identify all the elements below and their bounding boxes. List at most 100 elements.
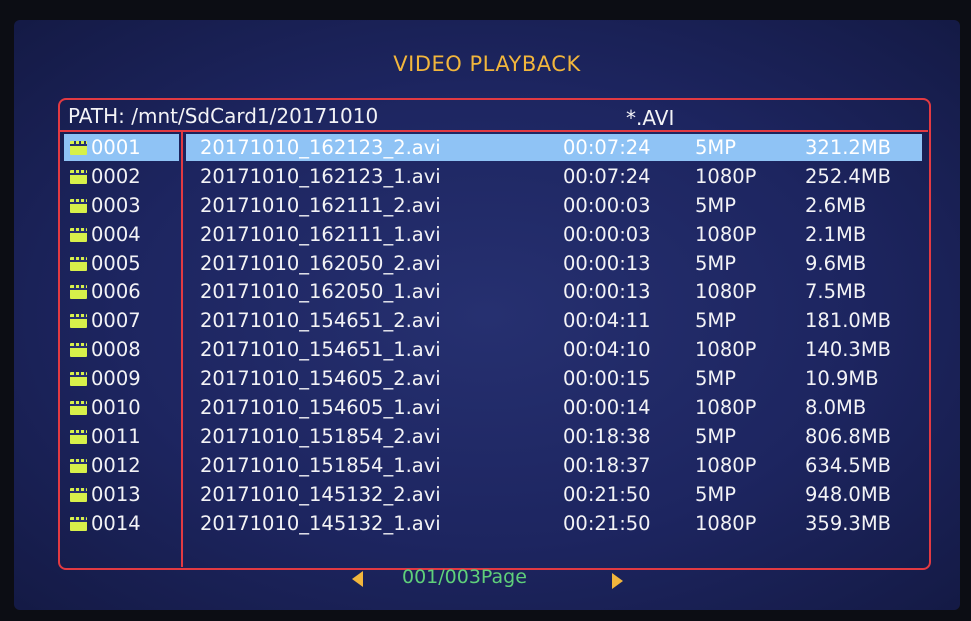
file-resolution: 1080P bbox=[695, 396, 757, 420]
file-size: 359.3MB bbox=[805, 511, 892, 535]
file-duration: 00:18:37 bbox=[563, 453, 651, 477]
file-row[interactable]: 0002 20171010_162123_1.avi 00:07:24 1080P 25… bbox=[60, 162, 928, 191]
file-row[interactable]: 0007 20171010_154651_2.avi 00:04:11 5MP 181.… bbox=[60, 306, 928, 335]
prev-page-icon[interactable] bbox=[352, 571, 363, 587]
video-file-icon bbox=[70, 343, 87, 358]
file-duration: 00:21:50 bbox=[563, 482, 651, 506]
video-file-icon bbox=[70, 169, 87, 184]
file-row[interactable]: 0004 20171010_162111_1.avi 00:00:03 1080P 2.… bbox=[60, 220, 928, 249]
file-duration: 00:04:10 bbox=[563, 338, 651, 362]
file-name: 20171010_162050_2.avi bbox=[200, 251, 441, 275]
file-row[interactable]: 0008 20171010_154651_1.avi 00:04:10 1080P 14… bbox=[60, 335, 928, 364]
video-file-icon bbox=[70, 256, 87, 271]
file-name: 20171010_162111_1.avi bbox=[200, 222, 441, 246]
file-duration: 00:00:03 bbox=[563, 193, 651, 217]
video-file-icon bbox=[70, 314, 87, 329]
video-file-icon bbox=[70, 227, 87, 242]
file-duration: 00:00:15 bbox=[563, 367, 651, 391]
file-size: 252.4MB bbox=[805, 164, 892, 188]
file-resolution: 1080P bbox=[695, 511, 757, 535]
header-divider bbox=[60, 130, 928, 132]
file-number: 0008 bbox=[91, 338, 141, 362]
file-name: 20171010_154605_2.avi bbox=[200, 367, 441, 391]
file-duration: 00:07:24 bbox=[563, 164, 651, 188]
file-resolution: 1080P bbox=[695, 222, 757, 246]
file-number: 0001 bbox=[91, 136, 141, 159]
video-file-icon bbox=[70, 141, 87, 155]
video-file-icon bbox=[70, 198, 87, 213]
file-size: 2.1MB bbox=[805, 222, 867, 246]
file-resolution: 1080P bbox=[695, 280, 757, 304]
file-name: 20171010_154605_1.avi bbox=[200, 396, 441, 420]
file-size: 10.9MB bbox=[805, 367, 879, 391]
file-row[interactable]: 0001 20171010_162123_2.avi 00:07:24 5MP 321.… bbox=[60, 133, 928, 162]
file-number: 0003 bbox=[91, 193, 141, 217]
file-resolution: 5MP bbox=[695, 136, 736, 159]
file-row[interactable]: 0006 20171010_162050_1.avi 00:00:13 1080P 7.… bbox=[60, 277, 928, 306]
file-name: 20171010_162111_2.avi bbox=[200, 193, 441, 217]
file-name: 20171010_162050_1.avi bbox=[200, 280, 441, 304]
file-name: 20171010_162123_2.avi bbox=[200, 136, 441, 159]
file-duration: 00:18:38 bbox=[563, 424, 651, 448]
video-file-icon bbox=[70, 401, 87, 416]
file-row[interactable]: 0003 20171010_162111_2.avi 00:00:03 5MP 2.6M… bbox=[60, 191, 928, 220]
file-size: 140.3MB bbox=[805, 338, 892, 362]
next-page-icon[interactable] bbox=[612, 573, 623, 589]
file-name: 20171010_151854_1.avi bbox=[200, 453, 441, 477]
file-number: 0011 bbox=[91, 424, 141, 448]
file-size: 634.5MB bbox=[805, 453, 892, 477]
file-size: 806.8MB bbox=[805, 424, 892, 448]
file-number: 0013 bbox=[91, 482, 141, 506]
file-resolution: 5MP bbox=[695, 193, 736, 217]
file-size: 948.0MB bbox=[805, 482, 892, 506]
file-row[interactable]: 0010 20171010_154605_1.avi 00:00:14 1080P 8.… bbox=[60, 393, 928, 422]
file-resolution: 1080P bbox=[695, 453, 757, 477]
file-duration: 00:07:24 bbox=[563, 136, 651, 159]
file-resolution: 5MP bbox=[695, 309, 736, 333]
file-duration: 00:00:13 bbox=[563, 280, 651, 304]
file-size: 7.5MB bbox=[805, 280, 867, 304]
file-name: 20171010_162123_1.avi bbox=[200, 164, 441, 188]
video-file-icon bbox=[70, 372, 87, 387]
file-duration: 00:00:13 bbox=[563, 251, 651, 275]
file-resolution: 1080P bbox=[695, 338, 757, 362]
file-resolution: 1080P bbox=[695, 164, 757, 188]
file-row[interactable]: 0012 20171010_151854_1.avi 00:18:37 1080P 63… bbox=[60, 451, 928, 480]
file-number: 0002 bbox=[91, 164, 141, 188]
file-row[interactable]: 0005 20171010_162050_2.avi 00:00:13 5MP 9.6M… bbox=[60, 249, 928, 278]
file-list: 0001 20171010_162123_2.avi 00:07:24 5MP 321.… bbox=[60, 133, 928, 537]
video-file-icon bbox=[70, 458, 87, 473]
file-resolution: 5MP bbox=[695, 251, 736, 275]
file-number: 0014 bbox=[91, 511, 141, 535]
file-duration: 00:00:03 bbox=[563, 222, 651, 246]
playback-screen: VIDEO PLAYBACK PATH: /mnt/SdCard1/201710… bbox=[14, 20, 960, 610]
video-file-icon bbox=[70, 285, 87, 300]
file-name: 20171010_154651_1.avi bbox=[200, 338, 441, 362]
file-list-panel: PATH: /mnt/SdCard1/20171010 *.AVI 0001 20… bbox=[58, 98, 931, 570]
video-file-icon bbox=[70, 516, 87, 531]
file-number: 0004 bbox=[91, 222, 141, 246]
file-duration: 00:04:11 bbox=[563, 309, 651, 333]
file-size: 321.2MB bbox=[805, 136, 892, 159]
file-row[interactable]: 0014 20171010_145132_1.avi 00:21:50 1080P 35… bbox=[60, 509, 928, 538]
file-resolution: 5MP bbox=[695, 482, 736, 506]
file-row[interactable]: 0013 20171010_145132_2.avi 00:21:50 5MP 948.… bbox=[60, 480, 928, 509]
file-row[interactable]: 0011 20171010_151854_2.avi 00:18:38 5MP 806.… bbox=[60, 422, 928, 451]
file-size: 8.0MB bbox=[805, 396, 867, 420]
file-duration: 00:00:14 bbox=[563, 396, 651, 420]
file-name: 20171010_145132_2.avi bbox=[200, 482, 441, 506]
path-label: PATH: /mnt/SdCard1/20171010 bbox=[68, 104, 379, 128]
page-title: VIDEO PLAYBACK bbox=[393, 52, 581, 76]
file-number: 0012 bbox=[91, 453, 141, 477]
file-number: 0010 bbox=[91, 396, 141, 420]
file-size: 181.0MB bbox=[805, 309, 892, 333]
path-header: PATH: /mnt/SdCard1/20171010 *.AVI bbox=[68, 104, 928, 130]
video-file-icon bbox=[70, 429, 87, 444]
file-number: 0006 bbox=[91, 280, 141, 304]
file-row[interactable]: 0009 20171010_154605_2.avi 00:00:15 5MP 10.9… bbox=[60, 364, 928, 393]
file-filter: *.AVI bbox=[626, 106, 675, 130]
file-size: 9.6MB bbox=[805, 251, 867, 275]
file-size: 2.6MB bbox=[805, 193, 867, 217]
file-resolution: 5MP bbox=[695, 424, 736, 448]
file-name: 20171010_154651_2.avi bbox=[200, 309, 441, 333]
